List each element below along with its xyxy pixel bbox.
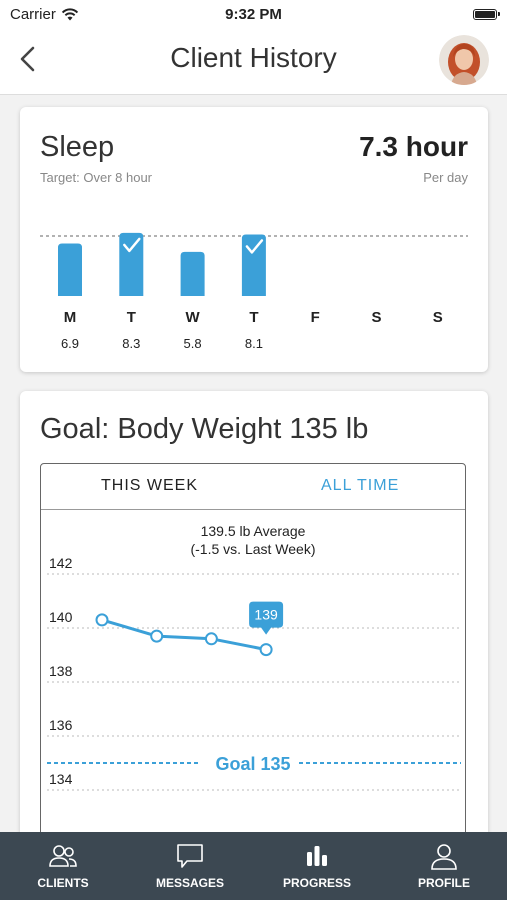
y-tick-label: 140 [49, 609, 73, 625]
weight-goal-title: Goal: Body Weight 135 lb [40, 413, 369, 445]
y-tick-label: 134 [49, 771, 73, 787]
y-tick-label: 136 [49, 717, 73, 733]
status-time: 9:32 PM [225, 6, 282, 23]
weight-point [150, 629, 164, 643]
weight-point [259, 643, 273, 657]
clients-icon [49, 845, 77, 867]
sleep-bar [241, 234, 266, 296]
page-title: Client History [170, 42, 337, 73]
sleep-card: Sleep Target: Over 8 hour 7.3 hour Per d… [20, 107, 488, 372]
sleep-bar [119, 232, 144, 296]
sleep-day-value: 8.1 [245, 336, 263, 351]
sleep-bar [180, 251, 205, 296]
avatar-image [439, 35, 489, 85]
sleep-day-label: T [249, 309, 258, 326]
tab-profile[interactable]: PROFILE [381, 832, 507, 900]
sleep-day-label: F [311, 309, 320, 326]
value-callout-label: 139 [254, 607, 278, 623]
tab-progress[interactable]: PROGRESS [254, 832, 380, 900]
weight-card: Goal: Body Weight 135 lb THIS WEEK ALL T… [20, 391, 488, 863]
avatar[interactable] [439, 35, 489, 85]
status-bar: Carrier 9:32 PM [0, 0, 507, 30]
messages-icon [177, 844, 203, 868]
sleep-day-label: T [127, 309, 136, 326]
weight-line-chart: 142 140 138 136 134 Goal 135 139 [47, 555, 461, 791]
sleep-day-value: 6.9 [61, 336, 79, 351]
progress-icon [307, 846, 327, 866]
weight-point [204, 632, 218, 646]
sleep-day-label: S [433, 309, 443, 326]
y-tick-label: 138 [49, 663, 73, 679]
tab-bar: CLIENTS MESSAGES PROGRESS PROFILE [0, 832, 507, 900]
tab-clients-label: CLIENTS [37, 876, 89, 890]
sleep-bar-chart: M 6.9 T 8.3 W 5.8 T 8.1 F S S [40, 232, 468, 351]
sleep-day-value: 5.8 [184, 336, 202, 351]
weight-point [95, 613, 109, 627]
tab-messages-label: MESSAGES [155, 876, 224, 890]
battery-icon [473, 9, 500, 20]
sleep-day-label: S [371, 309, 381, 326]
weight-chart-panel: THIS WEEK ALL TIME 139.5 lb Average (-1.… [40, 463, 466, 863]
tab-profile-label: PROFILE [417, 876, 470, 890]
y-tick-label: 142 [49, 555, 73, 571]
navigation-bar: Client History [0, 30, 507, 95]
tab-clients[interactable]: CLIENTS [0, 832, 126, 900]
sleep-day-label: W [186, 309, 201, 326]
sleep-day-value: 8.3 [122, 336, 140, 351]
tab-messages[interactable]: MESSAGES [127, 832, 253, 900]
tab-progress-label: PROGRESS [282, 876, 351, 890]
weight-series-line [101, 618, 267, 652]
profile-icon [431, 844, 457, 870]
sleep-day-label: M [64, 309, 77, 326]
sleep-bar [58, 243, 82, 296]
goal-label: Goal 135 [215, 754, 290, 774]
